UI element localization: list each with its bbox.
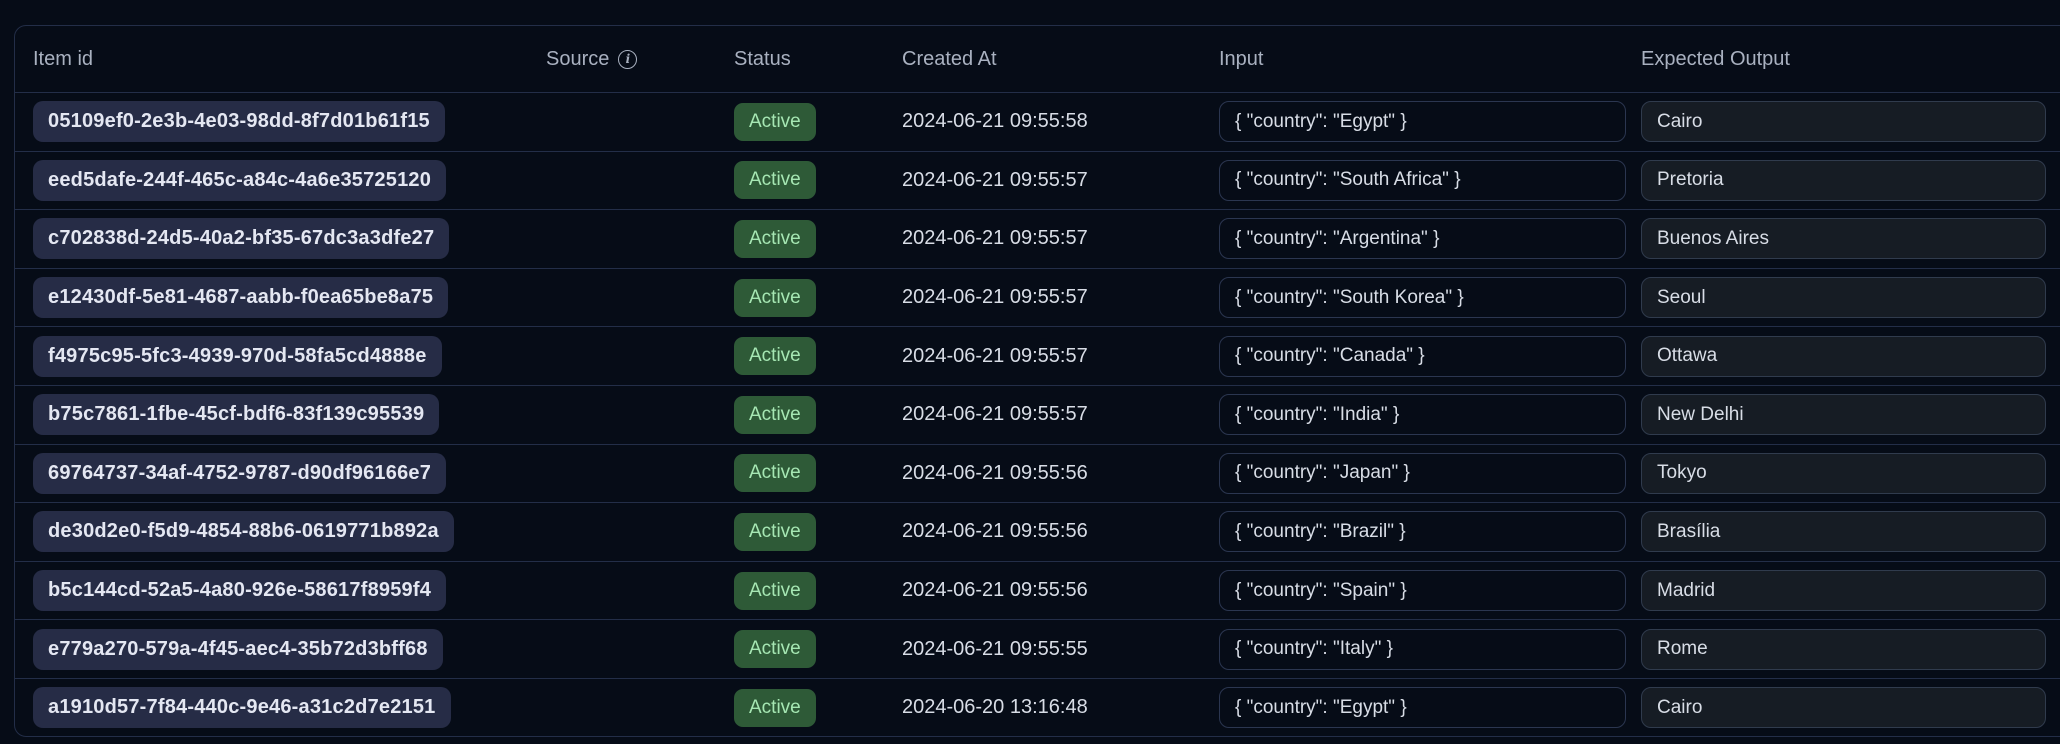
input-json-box[interactable]: { "country": "Canada" }	[1219, 335, 1626, 377]
status-badge: Active	[734, 571, 816, 610]
info-icon[interactable]: i	[618, 49, 638, 69]
table-row: b5c144cd-52a5-4a80-926e-58617f8959f4 Act…	[15, 560, 2060, 620]
created-at-value: 2024-06-21 09:55:56	[902, 579, 1088, 602]
item-id-pill[interactable]: e12430df-5e81-4687-aabb-f0ea65be8a75	[33, 277, 449, 319]
table-row: e12430df-5e81-4687-aabb-f0ea65be8a75 Act…	[15, 267, 2060, 327]
input-json-box[interactable]: { "country": "India" }	[1219, 394, 1626, 436]
table-row: e779a270-579a-4f45-aec4-35b72d3bff68 Act…	[15, 619, 2060, 678]
input-json-box[interactable]: { "country": "Argentina" }	[1219, 218, 1626, 260]
expected-output-box[interactable]: Pretoria	[1641, 159, 2046, 201]
input-json-box[interactable]: { "country": "Egypt" }	[1219, 101, 1626, 143]
table-row: 69764737-34af-4752-9787-d90df96166e7 Act…	[15, 443, 2060, 503]
input-json-box[interactable]: { "country": "Japan" }	[1219, 452, 1626, 494]
created-at-value: 2024-06-21 09:55:57	[902, 168, 1088, 191]
created-at-value: 2024-06-21 09:55:58	[902, 110, 1088, 133]
input-json-box[interactable]: { "country": "Spain" }	[1219, 570, 1626, 612]
table-row: eed5dafe-244f-465c-a84c-4a6e35725120 Act…	[15, 150, 2060, 210]
expected-output-box[interactable]: Tokyo	[1641, 452, 2046, 494]
item-id-pill[interactable]: a1910d57-7f84-440c-9e46-a31c2d7e2151	[33, 687, 451, 729]
item-id-pill[interactable]: e779a270-579a-4f45-aec4-35b72d3bff68	[33, 628, 443, 670]
created-at-value: 2024-06-21 09:55:57	[902, 286, 1088, 309]
input-json-box[interactable]: { "country": "South Africa" }	[1219, 159, 1626, 201]
column-header-input: Input	[1219, 47, 1264, 70]
column-header-expected-output: Expected Output	[1641, 47, 1790, 70]
input-json-box[interactable]: { "country": "Brazil" }	[1219, 511, 1626, 553]
input-json-box[interactable]: { "country": "Italy" }	[1219, 628, 1626, 670]
item-id-pill[interactable]: de30d2e0-f5d9-4854-88b6-0619771b892a	[33, 511, 454, 553]
table-row: 05109ef0-2e3b-4e03-98dd-8f7d01b61f15 Act…	[15, 92, 2060, 151]
item-id-pill[interactable]: f4975c95-5fc3-4939-970d-58fa5cd4888e	[33, 335, 442, 377]
expected-output-box[interactable]: Seoul	[1641, 277, 2046, 319]
expected-output-box[interactable]: Cairo	[1641, 101, 2046, 143]
expected-output-box[interactable]: Buenos Aires	[1641, 218, 2046, 260]
expected-output-box[interactable]: Ottawa	[1641, 335, 2046, 377]
status-badge: Active	[734, 512, 816, 551]
expected-output-box[interactable]: New Delhi	[1641, 394, 2046, 436]
item-id-pill[interactable]: c702838d-24d5-40a2-bf35-67dc3a3dfe27	[33, 218, 450, 260]
table-row: de30d2e0-f5d9-4854-88b6-0619771b892a Act…	[15, 502, 2060, 561]
table-header-row: Item id Source i Status Created At Input …	[15, 26, 2060, 92]
expected-output-box[interactable]: Brasília	[1641, 511, 2046, 553]
created-at-value: 2024-06-21 09:55:56	[902, 520, 1088, 543]
created-at-value: 2024-06-21 09:55:57	[902, 227, 1088, 250]
column-header-source: Source i	[546, 48, 734, 71]
input-json-box[interactable]: { "country": "South Korea" }	[1219, 277, 1626, 319]
column-header-status: Status	[734, 47, 791, 70]
table-row: a1910d57-7f84-440c-9e46-a31c2d7e2151 Act…	[15, 677, 2060, 737]
item-id-pill[interactable]: eed5dafe-244f-465c-a84c-4a6e35725120	[33, 159, 447, 201]
status-badge: Active	[734, 219, 816, 258]
status-badge: Active	[734, 630, 816, 669]
item-id-pill[interactable]: b75c7861-1fbe-45cf-bdf6-83f139c95539	[33, 394, 440, 436]
table-row: f4975c95-5fc3-4939-970d-58fa5cd4888e Act…	[15, 326, 2060, 385]
input-json-box[interactable]: { "country": "Egypt" }	[1219, 687, 1626, 729]
table-row: b75c7861-1fbe-45cf-bdf6-83f139c95539 Act…	[15, 384, 2060, 444]
created-at-value: 2024-06-21 09:55:57	[902, 344, 1088, 367]
status-badge: Active	[734, 395, 816, 434]
created-at-value: 2024-06-21 09:55:55	[902, 637, 1088, 660]
created-at-value: 2024-06-21 09:55:57	[902, 403, 1088, 426]
status-badge: Active	[734, 278, 816, 317]
created-at-value: 2024-06-21 09:55:56	[902, 461, 1088, 484]
created-at-value: 2024-06-20 13:16:48	[902, 696, 1088, 719]
status-badge: Active	[734, 688, 816, 727]
dataset-items-table: Item id Source i Status Created At Input …	[14, 25, 2060, 737]
column-header-created-at: Created At	[902, 47, 997, 70]
column-header-item-id: Item id	[33, 47, 94, 70]
status-badge: Active	[734, 102, 816, 141]
expected-output-box[interactable]: Madrid	[1641, 570, 2046, 612]
status-badge: Active	[734, 454, 816, 493]
item-id-pill[interactable]: 05109ef0-2e3b-4e03-98dd-8f7d01b61f15	[33, 101, 445, 143]
expected-output-box[interactable]: Rome	[1641, 628, 2046, 670]
status-badge: Active	[734, 337, 816, 376]
status-badge: Active	[734, 161, 816, 200]
item-id-pill[interactable]: 69764737-34af-4752-9787-d90df96166e7	[33, 452, 447, 494]
table-row: c702838d-24d5-40a2-bf35-67dc3a3dfe27 Act…	[15, 209, 2060, 268]
item-id-pill[interactable]: b5c144cd-52a5-4a80-926e-58617f8959f4	[33, 570, 447, 612]
expected-output-box[interactable]: Cairo	[1641, 687, 2046, 729]
